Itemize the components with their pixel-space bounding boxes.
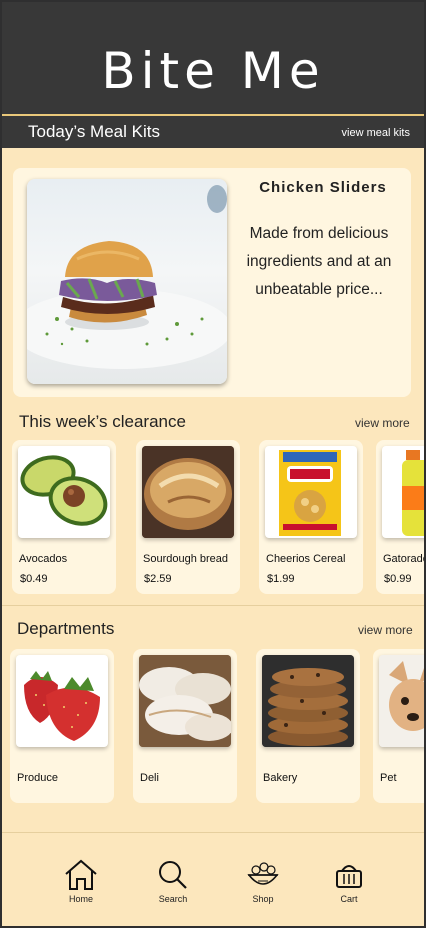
nav-cart-label: Cart	[340, 894, 358, 904]
gatorade-photo	[382, 446, 424, 538]
clearance-item-name: Avocados	[19, 553, 68, 565]
chicken-slider-photo	[27, 179, 227, 384]
department-card[interactable]: Bakery	[256, 649, 360, 803]
app-header: Bite Me	[2, 2, 424, 114]
departments-title: Departments	[17, 619, 115, 638]
department-name: Bakery	[263, 772, 298, 784]
clearance-view-more-link[interactable]: view more	[355, 416, 410, 430]
section-divider	[2, 605, 424, 606]
departments-view-more-link[interactable]: view more	[358, 623, 413, 637]
clearance-item-price: $1.99	[267, 573, 295, 585]
strawberries-photo	[16, 655, 108, 747]
dog-photo	[379, 655, 424, 747]
clearance-item-price: $0.99	[384, 573, 412, 585]
clearance-item-card[interactable]: Avocados $0.49	[12, 440, 116, 594]
search-icon	[159, 861, 187, 889]
clearance-item-name: Sourdough bread	[143, 553, 229, 565]
nav-shop-label: Shop	[252, 894, 274, 904]
cart-icon	[336, 865, 362, 888]
nav-cart[interactable]: Cart	[319, 859, 379, 904]
clearance-item-card[interactable]: Cheerios Cereal $1.99	[259, 440, 363, 594]
nav-search-label: Search	[158, 894, 188, 904]
brand-logo: Bite Me	[101, 42, 325, 100]
nav-shop[interactable]: Shop	[233, 859, 293, 904]
nav-home-label: Home	[68, 894, 93, 904]
bottom-nav: Home Search Shop Cart	[2, 832, 424, 926]
featured-description: Made from delicious ingredients and at a…	[246, 225, 392, 298]
nav-home[interactable]: Home	[51, 859, 111, 904]
clearance-carousel[interactable]: Avocados $0.49 Sourdough bread $2.59 Che…	[2, 440, 424, 600]
clearance-item-card[interactable]: Gatorade $0.99	[376, 440, 424, 594]
avocado-photo	[18, 446, 110, 538]
departments-carousel[interactable]: Produce Deli Bakery Pet	[2, 649, 424, 809]
cookies-photo	[262, 655, 354, 747]
department-name: Pet	[380, 772, 397, 784]
clearance-item-price: $0.49	[20, 573, 48, 585]
cereal-box-photo	[265, 446, 357, 538]
featured-meal-kit-card[interactable]: Chicken Sliders Made from delicious ingr…	[13, 168, 411, 397]
department-card[interactable]: Deli	[133, 649, 237, 803]
department-name: Deli	[140, 772, 159, 784]
nav-search[interactable]: Search	[143, 859, 203, 904]
view-meal-kits-link[interactable]: view meal kits	[342, 127, 410, 139]
clearance-item-name: Gatorade	[383, 553, 424, 565]
department-card[interactable]: Pet	[373, 649, 424, 803]
department-name: Produce	[17, 772, 58, 784]
meal-kits-bar: Today’s Meal Kits view meal kits	[2, 114, 424, 148]
app-screen: Bite Me Today’s Meal Kits view meal kits	[2, 2, 424, 926]
sliced-turkey-photo	[139, 655, 231, 747]
clearance-title: This week’s clearance	[19, 412, 186, 431]
clearance-item-price: $2.59	[144, 573, 172, 585]
shop-bowl-icon	[247, 862, 279, 885]
clearance-item-name: Cheerios Cereal	[266, 553, 346, 565]
clearance-item-card[interactable]: Sourdough bread $2.59	[136, 440, 240, 594]
home-icon	[65, 859, 97, 890]
department-card[interactable]: Produce	[10, 649, 114, 803]
meal-kits-title: Today’s Meal Kits	[28, 122, 160, 141]
bread-photo	[142, 446, 234, 538]
featured-title: Chicken Sliders	[259, 179, 387, 196]
